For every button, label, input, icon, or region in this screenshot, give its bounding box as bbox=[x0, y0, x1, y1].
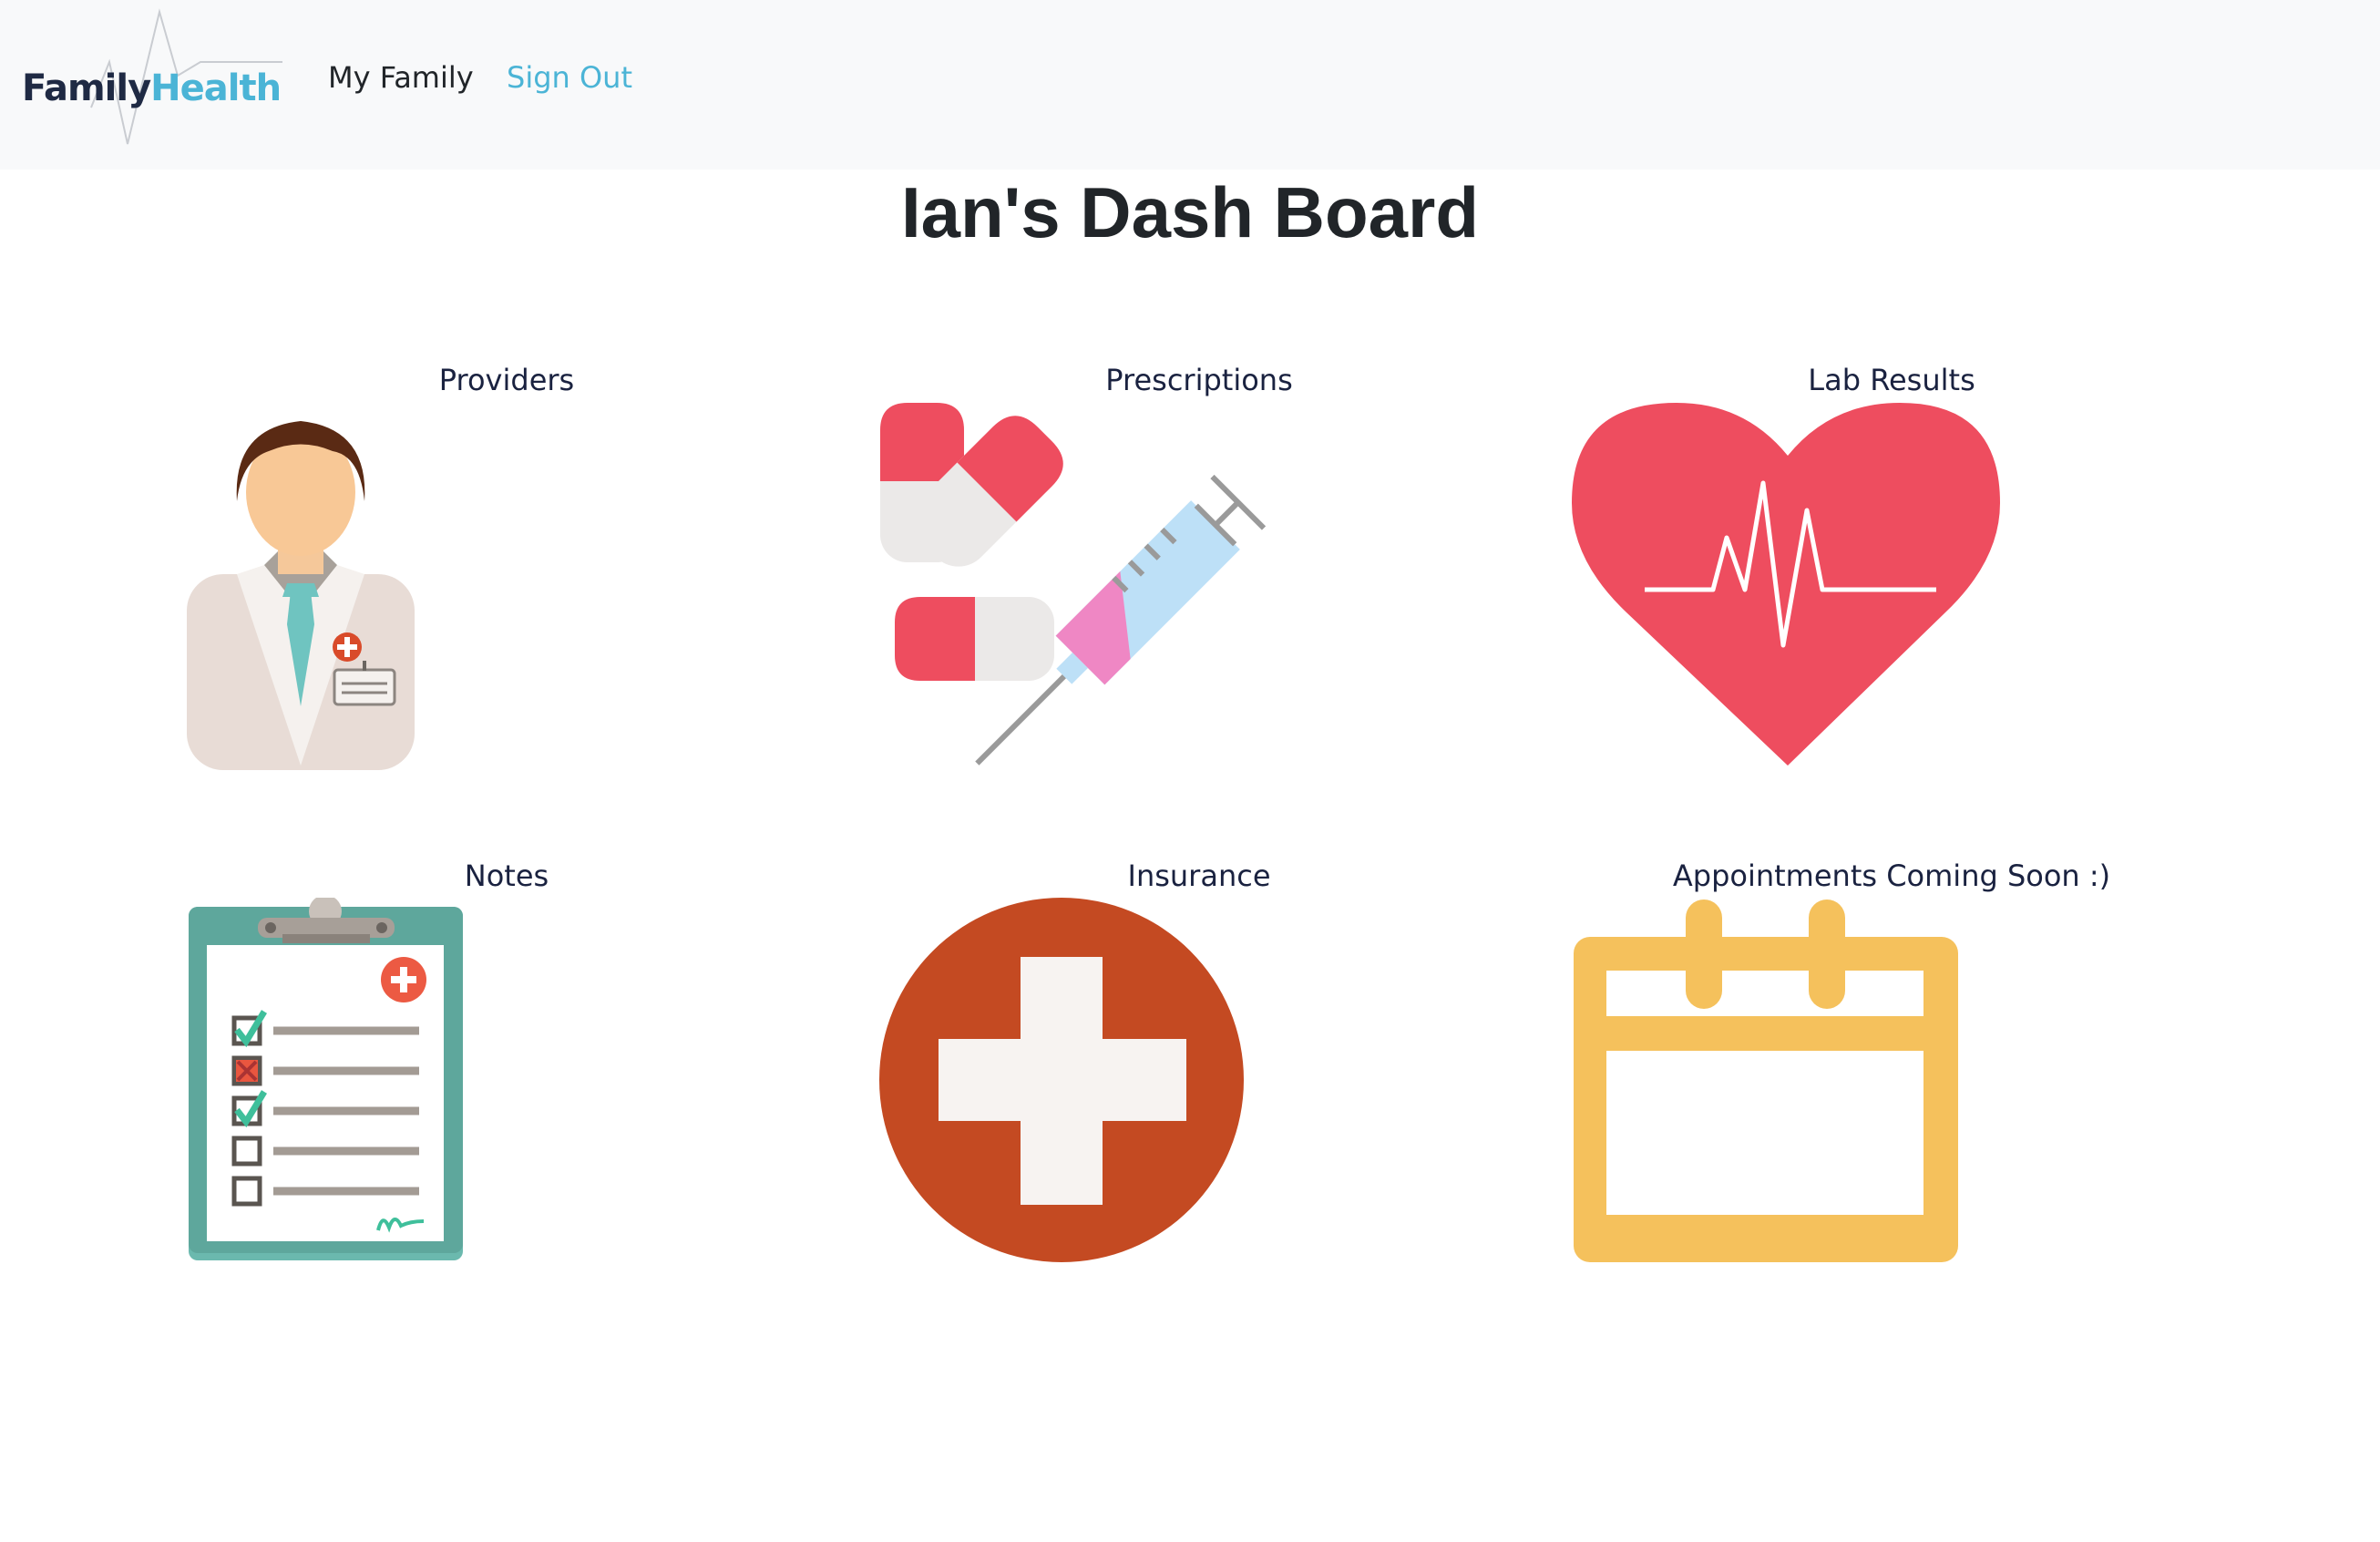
doctor-icon[interactable] bbox=[187, 401, 415, 770]
page-title: Ian's Dash Board bbox=[900, 172, 1480, 252]
tile-label-prescriptions[interactable]: Prescriptions bbox=[1105, 363, 1292, 397]
nav-sign-out-link[interactable]: Sign Out bbox=[507, 60, 632, 95]
tile-label-providers[interactable]: Providers bbox=[439, 363, 574, 397]
brand-logo[interactable]: FamilyHealth bbox=[18, 7, 282, 149]
tile-label-notes[interactable]: Notes bbox=[465, 858, 549, 893]
medical-cross-icon[interactable] bbox=[879, 898, 1244, 1262]
brand-name: FamilyHealth bbox=[22, 67, 282, 109]
brand-health-text: Health bbox=[150, 67, 282, 109]
brand-family-text: Family bbox=[22, 67, 151, 109]
tile-label-appointments[interactable]: Appointments Coming Soon :) bbox=[1673, 858, 2110, 893]
tile-label-lab-results[interactable]: Lab Results bbox=[1808, 363, 1975, 397]
nav-my-family-link[interactable]: My Family bbox=[328, 60, 474, 95]
clipboard-icon[interactable] bbox=[187, 898, 465, 1262]
tile-label-insurance[interactable]: Insurance bbox=[1128, 858, 1271, 893]
navbar: FamilyHealth My Family Sign Out bbox=[0, 0, 2380, 170]
pills-syringe-icon[interactable] bbox=[875, 401, 1349, 770]
calendar-icon[interactable] bbox=[1572, 898, 1959, 1264]
heartbeat-icon[interactable] bbox=[1572, 401, 2005, 770]
